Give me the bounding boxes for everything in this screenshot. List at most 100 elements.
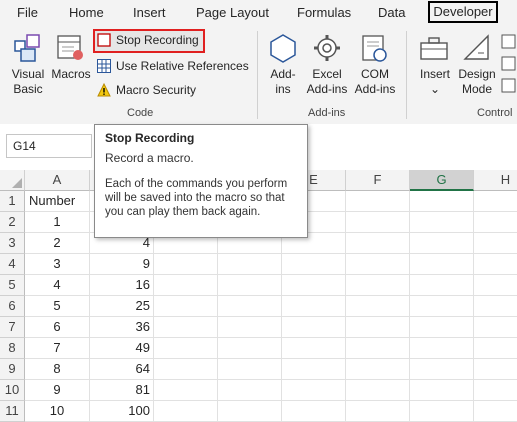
cell[interactable] [346, 296, 410, 317]
cell[interactable] [346, 359, 410, 380]
cell[interactable] [474, 380, 517, 401]
row-header[interactable]: 9 [0, 359, 25, 380]
row-header[interactable]: 2 [0, 212, 25, 233]
cell[interactable] [218, 401, 282, 422]
cell[interactable] [282, 338, 346, 359]
cell[interactable] [410, 233, 474, 254]
cell[interactable] [154, 359, 218, 380]
cell-b[interactable]: 81 [90, 380, 154, 401]
cell[interactable] [474, 275, 517, 296]
insert-control-button[interactable]: Insert ⌄ [414, 31, 456, 103]
cell[interactable] [410, 359, 474, 380]
cell[interactable] [282, 254, 346, 275]
cell[interactable] [154, 380, 218, 401]
com-add-ins-button[interactable]: COM Add-ins [351, 31, 399, 103]
tab-file[interactable]: File [17, 5, 38, 20]
cell-b[interactable]: 49 [90, 338, 154, 359]
cell[interactable] [218, 380, 282, 401]
cell[interactable] [410, 191, 474, 212]
cell[interactable] [154, 338, 218, 359]
cell-a[interactable]: 10 [25, 401, 90, 422]
tab-page-layout[interactable]: Page Layout [196, 5, 269, 20]
cell[interactable] [346, 254, 410, 275]
tab-data[interactable]: Data [378, 5, 405, 20]
cell[interactable] [154, 254, 218, 275]
cell[interactable] [474, 212, 517, 233]
tab-developer[interactable]: Developer [428, 1, 498, 23]
cell[interactable] [410, 212, 474, 233]
cell[interactable] [346, 233, 410, 254]
cell[interactable] [282, 317, 346, 338]
cell[interactable] [282, 359, 346, 380]
cell[interactable] [282, 380, 346, 401]
cell[interactable] [346, 317, 410, 338]
cell[interactable] [346, 380, 410, 401]
row-header[interactable]: 5 [0, 275, 25, 296]
cell[interactable] [218, 254, 282, 275]
cell-b[interactable]: 64 [90, 359, 154, 380]
row-header[interactable]: 3 [0, 233, 25, 254]
cell[interactable] [474, 233, 517, 254]
cell-a[interactable]: 5 [25, 296, 90, 317]
cell-b[interactable]: 25 [90, 296, 154, 317]
add-ins-button[interactable]: Add- ins [263, 31, 303, 103]
cell[interactable] [410, 254, 474, 275]
row-header[interactable]: 8 [0, 338, 25, 359]
cell[interactable] [474, 317, 517, 338]
cell-a[interactable]: 9 [25, 380, 90, 401]
tab-home[interactable]: Home [69, 5, 104, 20]
cell[interactable] [346, 401, 410, 422]
tab-insert[interactable]: Insert [133, 5, 166, 20]
cell[interactable] [474, 254, 517, 275]
cell[interactable] [410, 275, 474, 296]
cell-b[interactable]: 9 [90, 254, 154, 275]
cell[interactable] [346, 275, 410, 296]
tab-formulas[interactable]: Formulas [297, 5, 351, 20]
cell[interactable] [410, 401, 474, 422]
cell[interactable] [154, 296, 218, 317]
cell-a[interactable]: 8 [25, 359, 90, 380]
row-header[interactable]: 4 [0, 254, 25, 275]
design-mode-button[interactable]: Design Mode [456, 31, 498, 103]
controls-small-buttons[interactable] [500, 33, 517, 93]
row-header[interactable]: 6 [0, 296, 25, 317]
cell[interactable] [474, 359, 517, 380]
column-header-g[interactable]: G [410, 170, 474, 191]
cell[interactable] [282, 296, 346, 317]
cell[interactable] [218, 296, 282, 317]
cell-a[interactable]: 2 [25, 233, 90, 254]
cell-a[interactable]: 1 [25, 212, 90, 233]
cell[interactable] [474, 191, 517, 212]
cell-a[interactable]: Number [25, 191, 90, 212]
excel-add-ins-button[interactable]: Excel Add-ins [303, 31, 351, 103]
stop-recording-button[interactable]: Stop Recording [93, 29, 205, 53]
cell[interactable] [218, 317, 282, 338]
cell-a[interactable]: 3 [25, 254, 90, 275]
use-relative-references-button[interactable]: Use Relative References [97, 59, 249, 73]
column-header-a[interactable]: A [25, 170, 90, 191]
cell[interactable] [474, 296, 517, 317]
cell[interactable] [474, 401, 517, 422]
cell[interactable] [218, 275, 282, 296]
cell-b[interactable]: 36 [90, 317, 154, 338]
column-header-h[interactable]: H [474, 170, 517, 191]
row-header[interactable]: 11 [0, 401, 25, 422]
row-header[interactable]: 10 [0, 380, 25, 401]
cell[interactable] [474, 338, 517, 359]
select-all-corner[interactable] [0, 170, 25, 191]
cell[interactable] [154, 317, 218, 338]
cell[interactable] [154, 275, 218, 296]
cell[interactable] [410, 317, 474, 338]
column-header-f[interactable]: F [346, 170, 410, 191]
cell[interactable] [346, 338, 410, 359]
cell[interactable] [218, 359, 282, 380]
cell[interactable] [154, 401, 218, 422]
cell[interactable] [282, 275, 346, 296]
name-box[interactable]: G14 [6, 134, 92, 158]
row-header[interactable]: 7 [0, 317, 25, 338]
cell[interactable] [282, 401, 346, 422]
visual-basic-button[interactable]: Visual Basic [8, 31, 48, 103]
row-header[interactable]: 1 [0, 191, 25, 212]
cell-b[interactable]: 16 [90, 275, 154, 296]
macro-security-button[interactable]: Macro Security [97, 83, 196, 97]
